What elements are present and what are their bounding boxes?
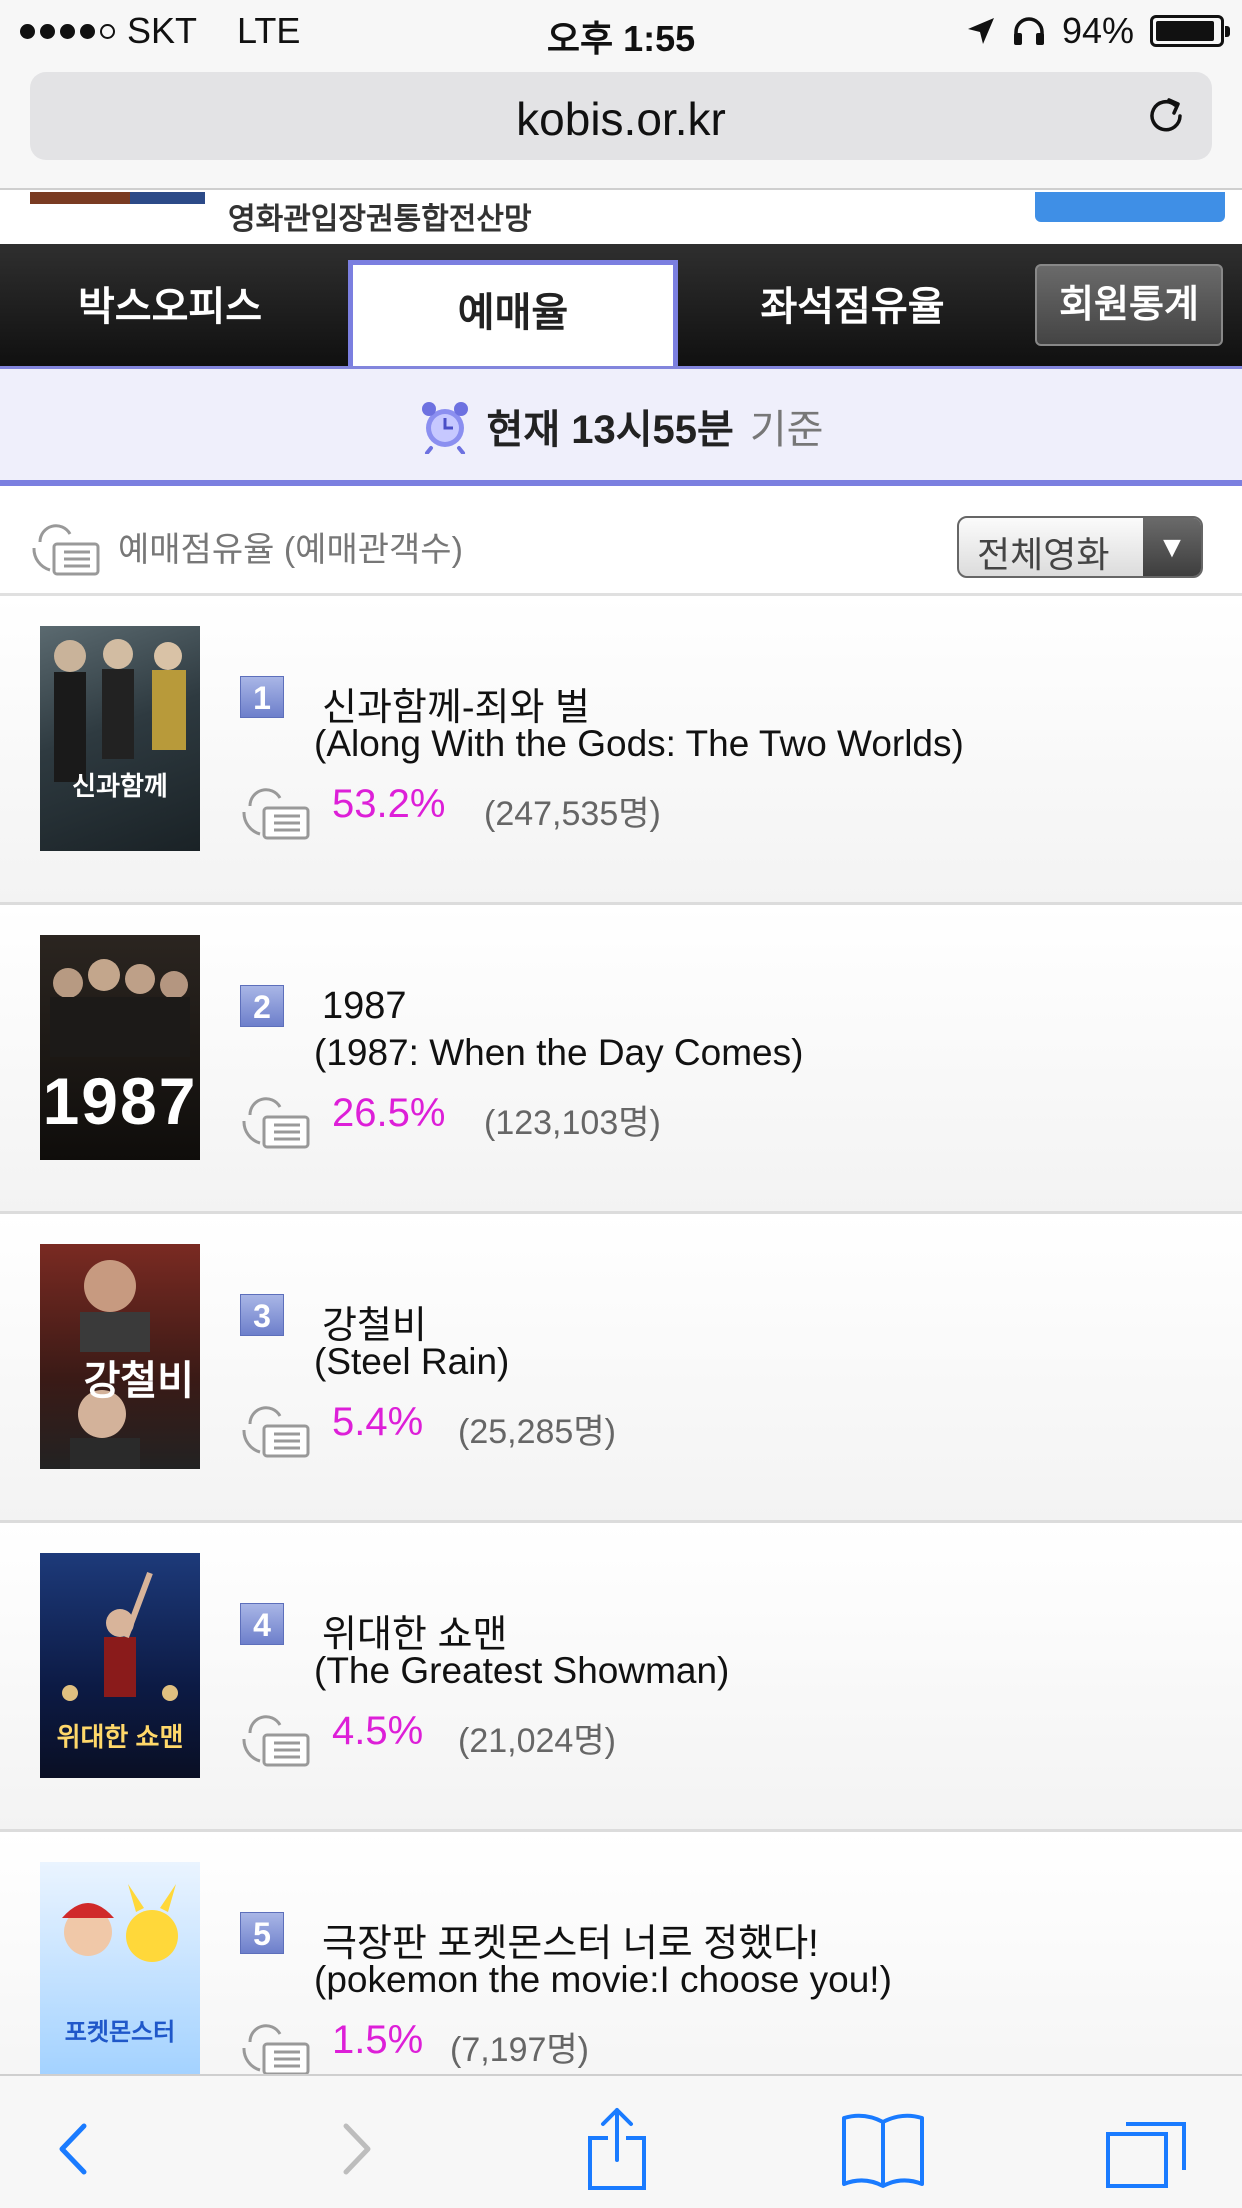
main-tabs: 박스오피스 예매율 좌석점유율 회원통계 <box>0 244 1242 366</box>
rank-badge: 5 <box>240 1912 284 1954</box>
tab-box-office[interactable]: 박스오피스 <box>20 262 320 352</box>
movie-poster[interactable]: 위대한 쇼맨 <box>40 1553 200 1778</box>
reservation-percent: 26.5% <box>332 1091 446 1135</box>
back-icon[interactable] <box>32 2104 122 2194</box>
forward-icon[interactable] <box>308 2104 398 2194</box>
poster-title: 신과함께 <box>72 771 168 801</box>
movie-poster[interactable]: 신과함께 <box>40 626 200 851</box>
movie-title-ko[interactable]: 1987 <box>322 985 407 1028</box>
list-item[interactable]: 1987 2 1987 (1987: When the Day Comes) 2… <box>0 905 1242 1214</box>
reservation-count: (7,197명) <box>450 2031 590 2069</box>
poster-title: 위대한 쇼맨 <box>56 1722 184 1752</box>
poster-art <box>62 1884 178 1962</box>
movie-poster[interactable]: 포켓몬스터 <box>40 1862 200 2087</box>
ticket-icon <box>242 2024 310 2076</box>
rank-badge: 3 <box>240 1294 284 1336</box>
battery-icon <box>1150 15 1230 47</box>
reload-icon[interactable] <box>1142 92 1190 140</box>
ticket-icon <box>242 1715 310 1767</box>
ticket-icon <box>242 1097 310 1149</box>
movie-title-en[interactable]: (1987: When the Day Comes) <box>314 1032 803 1074</box>
list-item[interactable]: 위대한 쇼맨 4 위대한 쇼맨 (The Greatest Showman) 4… <box>0 1523 1242 1832</box>
section-label: 예매점유율 (예매관객수) <box>118 531 463 569</box>
movie-title-en[interactable]: (pokemon the movie:I choose you!) <box>314 1959 892 2001</box>
poster-art <box>54 639 186 782</box>
reservation-count: (247,535명) <box>484 795 661 833</box>
movie-filter-value: 전체영화 <box>977 534 1110 575</box>
share-icon[interactable] <box>572 2104 662 2194</box>
rank-badge: 2 <box>240 985 284 1027</box>
battery-percent: 94% <box>1061 10 1134 51</box>
reservation-percent: 53.2% <box>332 782 446 826</box>
time-base-label: 기준 <box>749 408 824 452</box>
ticket-icon <box>242 1406 310 1458</box>
browser-chrome: kobis.or.kr <box>0 60 1242 190</box>
reservation-percent: 1.5% <box>332 2018 424 2062</box>
list-item[interactable]: 신과함께 1 신과함께-죄와 벌 (Along With the Gods: T… <box>0 596 1242 905</box>
alarm-clock-icon <box>421 402 468 454</box>
address-bar[interactable]: kobis.or.kr <box>30 72 1212 160</box>
reservation-list: 신과함께 1 신과함께-죄와 벌 (Along With the Gods: T… <box>0 596 1242 2141</box>
tab-seat-share[interactable]: 좌석점유율 <box>700 262 1005 352</box>
kofic-logo-part <box>130 192 205 204</box>
url-text[interactable]: kobis.or.kr <box>30 92 1212 146</box>
browser-toolbar <box>0 2074 1242 2208</box>
battery-fill <box>1156 21 1215 41</box>
movie-title-en[interactable]: (The Greatest Showman) <box>314 1650 729 1692</box>
time-reference: 현재 13시55분 기준 <box>0 366 1242 486</box>
rank-badge: 1 <box>240 676 284 718</box>
movie-filter-select[interactable]: 전체영화 ▼ <box>957 516 1203 578</box>
current-time-label: 현재 13시55분 <box>486 408 734 452</box>
ticket-icon <box>32 524 100 576</box>
bookmarks-icon[interactable] <box>838 2104 928 2194</box>
rank-badge: 4 <box>240 1603 284 1645</box>
ticket-icon <box>242 788 310 840</box>
tabs-icon[interactable] <box>1100 2104 1190 2194</box>
banner-button[interactable] <box>1035 192 1225 222</box>
reservation-percent: 4.5% <box>332 1709 424 1753</box>
movie-title-en[interactable]: (Steel Rain) <box>314 1341 509 1383</box>
movie-poster[interactable]: 1987 <box>40 935 200 1160</box>
poster-title: 강철비 <box>83 1359 194 1403</box>
location-arrow-icon <box>967 18 994 44</box>
site-banner: 영화관입장권통합전산망 <box>0 192 1242 244</box>
tab-reservation-rate[interactable]: 예매율 <box>348 260 678 366</box>
status-bar: SKT LTE 오후 1:55 94% <box>0 0 1242 60</box>
list-item[interactable]: 강철비 3 강철비 (Steel Rain) 5.4% (25,285명) <box>0 1214 1242 1523</box>
banner-text: 영화관입장권통합전산망 <box>228 203 532 236</box>
poster-title: 포켓몬스터 <box>64 2019 176 2046</box>
status-right: 94% <box>966 10 1230 52</box>
section-header: 예매점유율 (예매관객수) 전체영화 ▼ <box>0 492 1242 596</box>
headphones-icon <box>1013 17 1044 45</box>
reservation-count: (123,103명) <box>484 1104 661 1142</box>
poster-title: 1987 <box>42 1064 198 1138</box>
movie-title-en[interactable]: (Along With the Gods: The Two Worlds) <box>314 723 964 765</box>
dropdown-arrow-icon[interactable]: ▼ <box>1143 518 1201 576</box>
movie-poster[interactable]: 강철비 <box>40 1244 200 1469</box>
reservation-count: (25,285명) <box>458 1413 616 1451</box>
reservation-count: (21,024명) <box>458 1722 616 1760</box>
tab-member-stats[interactable]: 회원통계 <box>1035 264 1223 346</box>
reservation-percent: 5.4% <box>332 1400 424 1444</box>
